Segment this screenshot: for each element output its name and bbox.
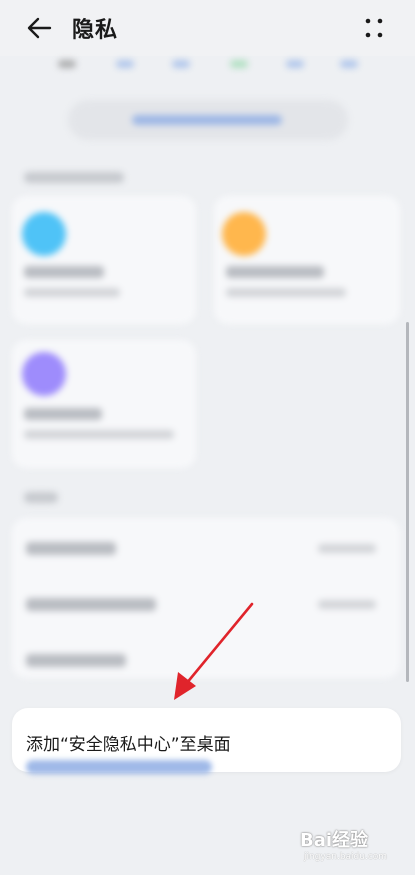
blurred-card-icon xyxy=(222,212,266,256)
baidu-jingyan-watermark: Bai经验 jingyan.baidu.com xyxy=(296,822,408,868)
blurred-button xyxy=(68,100,348,140)
blurred-section-header xyxy=(24,172,124,183)
scrollbar[interactable] xyxy=(406,322,409,682)
blurred-card xyxy=(12,196,196,324)
blurred-card xyxy=(12,340,196,468)
add-to-desktop-label: 添加“安全隐私中心”至桌面 xyxy=(26,735,231,755)
blurred-indicator xyxy=(172,60,190,68)
blurred-indicator xyxy=(286,60,304,68)
watermark-url: jingyan.baidu.com xyxy=(304,852,388,862)
blurred-indicator xyxy=(230,60,248,68)
blurred-list xyxy=(12,518,400,678)
more-options-button[interactable] xyxy=(360,14,388,42)
watermark-text: Bai经验 xyxy=(300,830,369,851)
blurred-indicator xyxy=(116,60,134,68)
blurred-card-icon xyxy=(22,212,66,256)
top-app-bar: 隐私 xyxy=(0,0,415,56)
blurred-indicator xyxy=(340,60,358,68)
blurred-section-header xyxy=(24,492,58,503)
blurred-indicator xyxy=(58,60,76,68)
blurred-card-icon xyxy=(22,352,66,396)
more-dots-icon xyxy=(365,18,383,38)
back-button[interactable] xyxy=(22,13,56,43)
back-arrow-icon xyxy=(27,17,52,39)
page-title: 隐私 xyxy=(72,18,119,43)
blurred-card xyxy=(214,196,400,324)
blurred-link xyxy=(26,760,212,774)
